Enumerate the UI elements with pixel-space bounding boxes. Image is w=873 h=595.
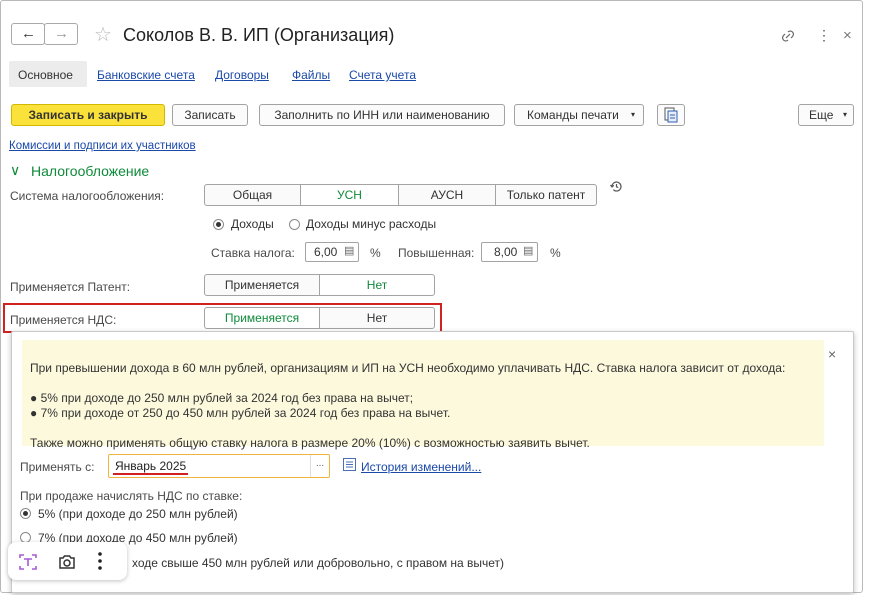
increased-rate-value: 8,00: [494, 245, 518, 259]
back-button[interactable]: ←: [11, 23, 45, 45]
tab-bank-accounts[interactable]: Банковские счета: [97, 68, 195, 82]
commissions-link[interactable]: Комиссии и подписи их участников: [9, 140, 196, 152]
print-commands-button[interactable]: Команды печати ▾: [514, 104, 644, 126]
note-line-4: Также можно применять общую ставку налог…: [30, 436, 590, 450]
history-clock-icon[interactable]: [609, 179, 624, 194]
apply-from-underline: [113, 473, 188, 475]
radio-income[interactable]: [213, 219, 224, 230]
favorite-star-icon[interactable]: ☆: [94, 22, 112, 47]
note-line-1: При превышении дохода в 60 млн рублей, о…: [30, 361, 786, 375]
tax-rate-value: 6,00: [314, 245, 338, 259]
radio-rate-5-label: 5% (при доходе до 250 млн рублей): [38, 507, 238, 521]
apply-from-value: Январь 2025: [115, 459, 187, 473]
vat-info-note: При превышении дохода в 60 млн рублей, о…: [22, 340, 824, 450]
taxation-system-label: Система налогообложения:: [10, 189, 165, 203]
sale-rate-label: При продаже начислять НДС по ставке:: [20, 489, 243, 503]
increased-rate-input[interactable]: 8,00 ▤: [481, 242, 538, 262]
tax-system-ausn[interactable]: АУСН: [398, 184, 496, 206]
patent-label: Применяется Патент:: [10, 280, 131, 294]
select-button[interactable]: ...: [310, 455, 329, 477]
tab-files[interactable]: Файлы: [292, 68, 330, 82]
chevron-down-icon: ▾: [842, 110, 847, 119]
vat-label: Применяется НДС:: [10, 313, 117, 327]
tax-system-usn[interactable]: УСН: [300, 184, 399, 206]
more-vertical-icon[interactable]: [96, 550, 104, 572]
arrow-right-icon: →: [54, 25, 69, 42]
page-title: Соколов В. В. ИП (Организация): [123, 25, 395, 45]
tax-rate-label: Ставка налога:: [211, 246, 295, 260]
screenshot-icon[interactable]: [57, 552, 77, 572]
calculator-icon[interactable]: ▤: [523, 242, 533, 260]
apply-from-input[interactable]: Январь 2025 ...: [108, 454, 330, 478]
form-window: ← → ☆ Соколов В. В. ИП (Организация) ⋮ ×…: [0, 0, 863, 593]
list-icon[interactable]: [343, 458, 356, 471]
tab-accounting-accounts[interactable]: Счета учета: [349, 68, 416, 82]
note-line-3: ● 7% при доходе от 250 до 450 млн рублей…: [30, 406, 451, 420]
chevron-down-icon: ▾: [630, 110, 635, 119]
section-title-taxation[interactable]: Налогообложение: [31, 163, 149, 179]
close-icon[interactable]: ×: [828, 346, 836, 362]
history-link[interactable]: История изменений...: [361, 460, 481, 474]
radio-income-label: Доходы: [231, 217, 274, 231]
close-icon[interactable]: ×: [843, 27, 852, 44]
radio-income-minus-expenses-label: Доходы минус расходы: [306, 217, 437, 231]
more-vertical-icon[interactable]: ⋮: [817, 27, 831, 44]
radio-income-minus-expenses[interactable]: [289, 219, 300, 230]
forward-button[interactable]: →: [44, 23, 78, 45]
calculator-icon[interactable]: ▤: [344, 242, 354, 260]
document-icon-button[interactable]: [657, 104, 685, 126]
print-commands-label: Команды печати: [527, 108, 619, 122]
percent-sign: %: [370, 246, 381, 260]
overlay-toolbar: [8, 542, 127, 580]
more-button-label: Еще: [809, 108, 834, 122]
document-icon: [664, 107, 678, 123]
text-recognition-icon[interactable]: [18, 552, 38, 572]
note-line-2: ● 5% при доходе до 250 млн рублей за 202…: [30, 391, 414, 405]
arrow-left-icon: ←: [21, 25, 36, 42]
radio-rate-5[interactable]: [20, 508, 31, 519]
patent-no[interactable]: Нет: [319, 274, 435, 296]
percent-sign: %: [550, 246, 561, 260]
apply-from-label: Применять с:: [20, 460, 95, 474]
tax-system-patent-only[interactable]: Только патент: [495, 184, 597, 206]
tax-system-general[interactable]: Общая: [204, 184, 301, 206]
more-button[interactable]: Еще ▾: [798, 104, 854, 126]
increased-rate-label: Повышенная:: [398, 246, 475, 260]
patent-applies[interactable]: Применяется: [204, 274, 320, 296]
link-icon[interactable]: [780, 28, 796, 44]
save-and-close-button[interactable]: Записать и закрыть: [11, 104, 165, 126]
vat-info-popup: × При превышении дохода в 60 млн рублей,…: [11, 331, 854, 593]
radio-rate-20-label: ходе свыше 450 млн рублей или добровольн…: [132, 556, 505, 570]
fill-by-inn-button[interactable]: Заполнить по ИНН или наименованию: [259, 104, 505, 126]
chevron-down-icon[interactable]: ∨: [10, 162, 20, 179]
vat-applies[interactable]: Применяется: [204, 307, 320, 329]
save-button[interactable]: Записать: [172, 104, 248, 126]
tab-contracts[interactable]: Договоры: [215, 68, 269, 82]
tab-main[interactable]: Основное: [18, 68, 73, 82]
vat-no[interactable]: Нет: [319, 307, 435, 329]
tax-rate-input[interactable]: 6,00 ▤: [305, 242, 359, 262]
